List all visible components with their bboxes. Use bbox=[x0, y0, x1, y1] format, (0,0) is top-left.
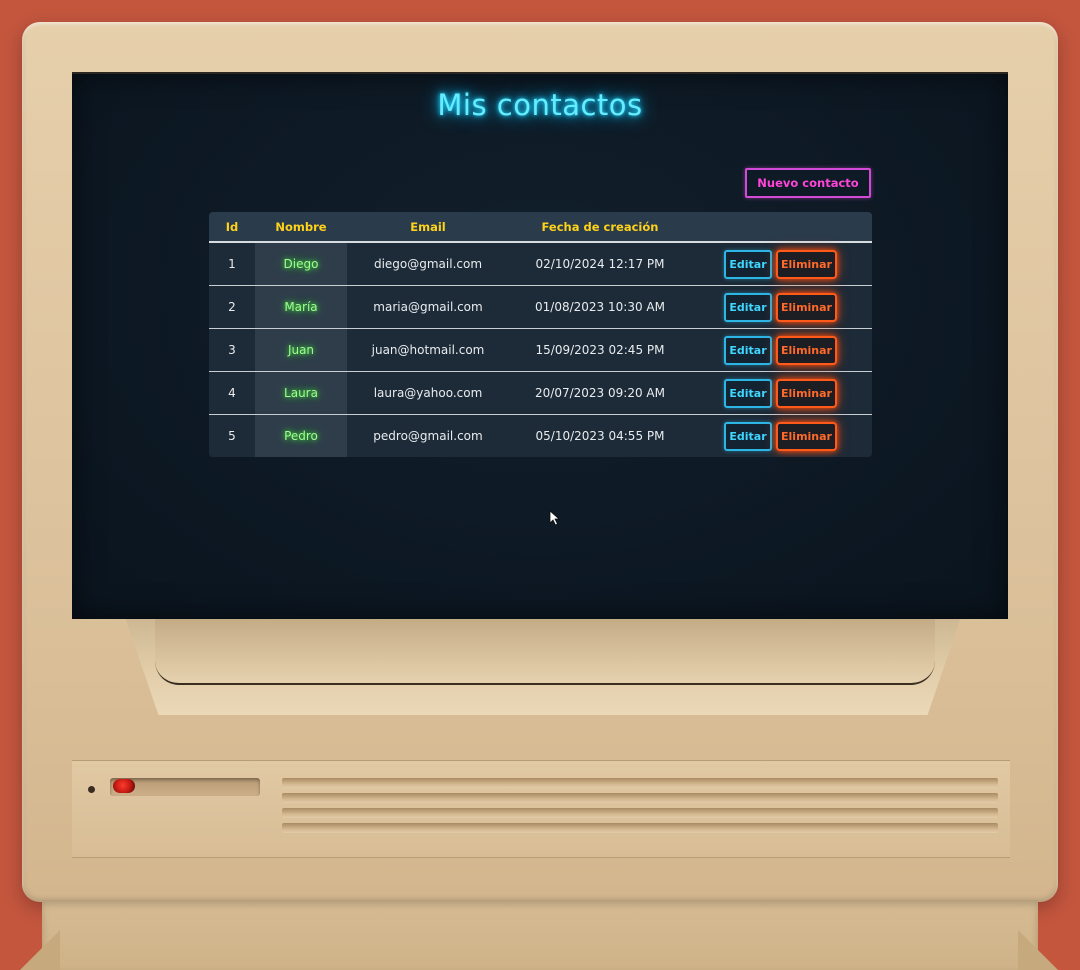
crt-screen: Mis contactos Nuevo contacto Id Nombre E… bbox=[72, 72, 1008, 619]
monitor-stand bbox=[42, 900, 1038, 970]
cell-actions: Editar Eliminar bbox=[691, 328, 872, 372]
crt-tube-inner bbox=[155, 617, 935, 685]
edit-button[interactable]: Editar bbox=[724, 249, 772, 279]
cell-id: 5 bbox=[228, 429, 236, 443]
cell-name: Juan bbox=[255, 328, 347, 372]
cell-name: Pedro bbox=[255, 414, 347, 457]
cell-name: Diego bbox=[255, 242, 347, 286]
table-row: 4 Laura laura@yahoo.com 20/07/2023 09:20… bbox=[209, 371, 872, 415]
vent-grille bbox=[282, 778, 998, 842]
table-row: 3 Juan juan@hotmail.com 15/09/2023 02:45… bbox=[209, 328, 872, 372]
edit-button[interactable]: Editar bbox=[724, 421, 772, 451]
table-row: 1 Diego diego@gmail.com 02/10/2024 12:17… bbox=[209, 242, 872, 286]
cell-email: maria@gmail.com bbox=[347, 285, 509, 329]
cell-name: María bbox=[255, 285, 347, 329]
cell-id: 2 bbox=[209, 285, 255, 329]
cell-actions: Editar Eliminar bbox=[691, 242, 872, 286]
table-row: 2 María maria@gmail.com 01/08/2023 10:30… bbox=[209, 285, 872, 329]
table-header-row: Id Nombre Email Fecha de creación bbox=[209, 212, 872, 243]
header-email: Email bbox=[347, 212, 509, 243]
vent-slot bbox=[282, 823, 998, 833]
cell-id: 3 bbox=[209, 328, 255, 372]
delete-button[interactable]: Eliminar bbox=[776, 378, 837, 408]
cell-created: 01/08/2023 10:30 AM bbox=[509, 285, 691, 329]
cell-created: 15/09/2023 02:45 PM bbox=[509, 328, 691, 372]
cell-actions: Editar Eliminar bbox=[691, 415, 872, 458]
stand-left-edge bbox=[20, 930, 60, 970]
edit-button[interactable]: Editar bbox=[724, 292, 772, 322]
delete-button[interactable]: Eliminar bbox=[776, 292, 837, 322]
vent-slot bbox=[282, 778, 998, 788]
cell-email: diego@gmail.com bbox=[347, 242, 509, 286]
cell-actions: Editar Eliminar bbox=[691, 371, 872, 415]
stand-right-edge bbox=[1018, 930, 1058, 970]
delete-button[interactable]: Eliminar bbox=[776, 249, 837, 279]
cell-created: 05/10/2023 04:55 PM bbox=[535, 429, 665, 443]
edit-button[interactable]: Editar bbox=[724, 335, 772, 365]
cell-actions: Editar Eliminar bbox=[691, 285, 872, 329]
vent-slot bbox=[282, 808, 998, 818]
header-id: Id bbox=[209, 212, 255, 243]
new-contact-button[interactable]: Nuevo contacto bbox=[745, 168, 871, 198]
cell-created: 20/07/2023 09:20 AM bbox=[509, 371, 691, 415]
contacts-table: Id Nombre Email Fecha de creación 1 Dieg… bbox=[209, 212, 872, 457]
cell-id: 1 bbox=[209, 242, 255, 286]
cell-created: 02/10/2024 12:17 PM bbox=[509, 242, 691, 286]
page-title: Mis contactos bbox=[437, 88, 643, 122]
edit-button[interactable]: Editar bbox=[724, 378, 772, 408]
delete-button[interactable]: Eliminar bbox=[776, 335, 837, 365]
power-led-icon bbox=[113, 779, 135, 793]
delete-button[interactable]: Eliminar bbox=[776, 421, 837, 451]
table-row: 5 Pedro pedro@gmail.com 05/10/2023 04:55… bbox=[209, 414, 872, 458]
header-actions bbox=[691, 212, 872, 243]
header-created: Fecha de creación bbox=[509, 212, 691, 243]
vent-slot bbox=[282, 793, 998, 803]
header-name: Nombre bbox=[255, 212, 347, 243]
cell-id: 4 bbox=[209, 371, 255, 415]
mouse-pointer-icon bbox=[549, 510, 561, 526]
reset-pinhole bbox=[88, 786, 95, 793]
cell-email: pedro@gmail.com bbox=[373, 429, 483, 443]
cell-email: juan@hotmail.com bbox=[347, 328, 509, 372]
cell-name: Laura bbox=[255, 371, 347, 415]
cell-email: laura@yahoo.com bbox=[347, 371, 509, 415]
